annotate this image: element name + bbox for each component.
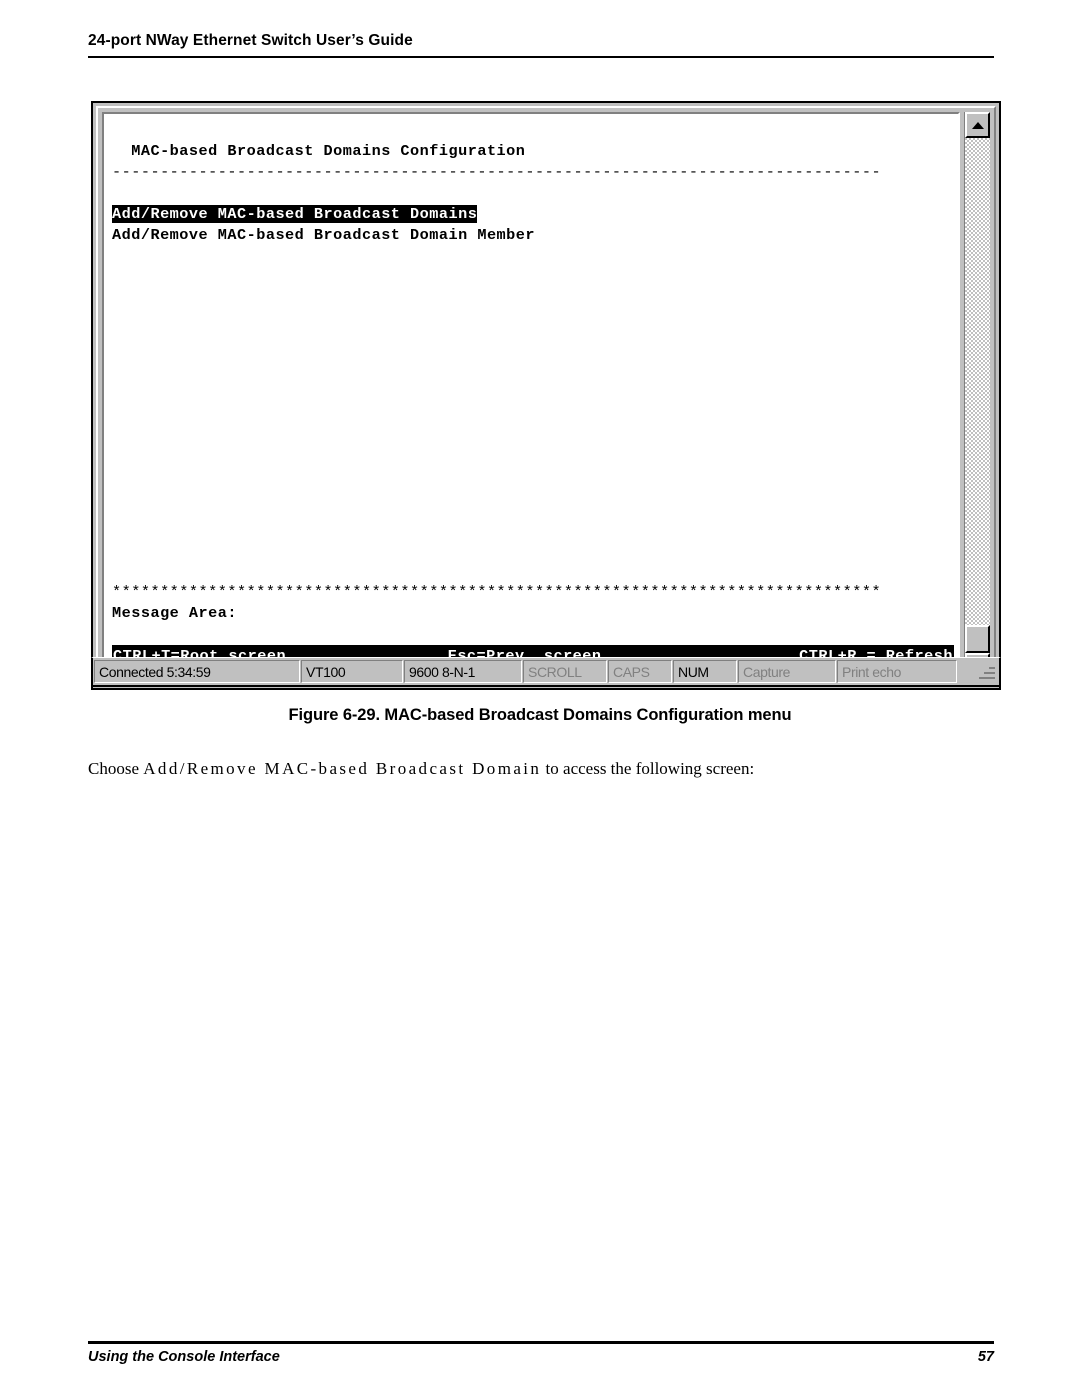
status-line-settings: 9600 8-N-1 — [404, 660, 522, 683]
page-header-title: 24-port NWay Ethernet Switch User’s Guid… — [88, 32, 413, 49]
status-indicator-caps: CAPS — [608, 660, 672, 683]
terminal-window-inner: MAC-based Broadcast Domains Configuratio… — [96, 106, 996, 685]
status-emulation: VT100 — [301, 660, 403, 683]
status-indicator-print-echo: Print echo — [837, 660, 957, 683]
page-header-rule — [88, 56, 994, 58]
scroll-up-button[interactable] — [965, 112, 990, 138]
resize-grip-icon[interactable] — [974, 660, 998, 683]
paragraph-lead: Choose — [88, 759, 144, 778]
page-header: 24-port NWay Ethernet Switch User’s Guid… — [88, 32, 994, 58]
terminal-screen-content: MAC-based Broadcast Domains Configuratio… — [112, 120, 954, 673]
terminal-asterisk-rule: ****************************************… — [112, 583, 882, 601]
hyperterminal-window: MAC-based Broadcast Domains Configuratio… — [91, 101, 1001, 690]
chevron-up-icon — [971, 121, 984, 129]
vertical-scrollbar[interactable] — [964, 112, 990, 679]
status-indicator-capture: Capture — [738, 660, 836, 683]
page-footer: Using the Console Interface 57 — [88, 1341, 994, 1365]
terminal-screen[interactable]: MAC-based Broadcast Domains Configuratio… — [102, 112, 960, 679]
terminal-separator-rule: ----------------------------------------… — [112, 163, 882, 181]
figure-caption: Figure 6-29. MAC-based Broadcast Domains… — [288, 706, 792, 724]
page-footer-rule — [88, 1341, 994, 1344]
scrollbar-thumb[interactable] — [965, 625, 990, 653]
terminal-screen-title: MAC-based Broadcast Domains Configuratio… — [112, 142, 526, 160]
terminal-bottom-block: ****************************************… — [112, 582, 954, 667]
status-bar: Connected 5:34:59 VT100 9600 8-N-1 SCROL… — [91, 657, 1001, 687]
message-area-label: Message Area: — [112, 604, 237, 622]
page-number: 57 — [977, 1349, 994, 1365]
menu-item-add-remove-domain-member[interactable]: Add/Remove MAC-based Broadcast Domain Me… — [112, 225, 954, 246]
paragraph-emphasis: Add/Remove MAC-based Broadcast Domain — [143, 759, 542, 778]
page-footer-section-title: Using the Console Interface — [88, 1349, 280, 1365]
page-footer-row: Using the Console Interface 57 — [88, 1349, 994, 1365]
status-connection-time: Connected 5:34:59 — [94, 660, 300, 683]
menu-item-label: Add/Remove MAC-based Broadcast Domain Me… — [112, 226, 536, 244]
status-indicator-num: NUM — [673, 660, 737, 683]
scrollbar-track[interactable] — [965, 138, 990, 653]
paragraph-tail: to access the following screen: — [541, 759, 755, 778]
body-paragraph: Choose Add/Remove MAC-based Broadcast Do… — [88, 757, 988, 781]
status-indicator-scroll: SCROLL — [523, 660, 607, 683]
terminal-top-block: MAC-based Broadcast Domains Configuratio… — [112, 120, 954, 246]
menu-item-add-remove-domains[interactable]: Add/Remove MAC-based Broadcast Domains — [112, 204, 954, 225]
menu-item-label: Add/Remove MAC-based Broadcast Domains — [112, 205, 478, 223]
